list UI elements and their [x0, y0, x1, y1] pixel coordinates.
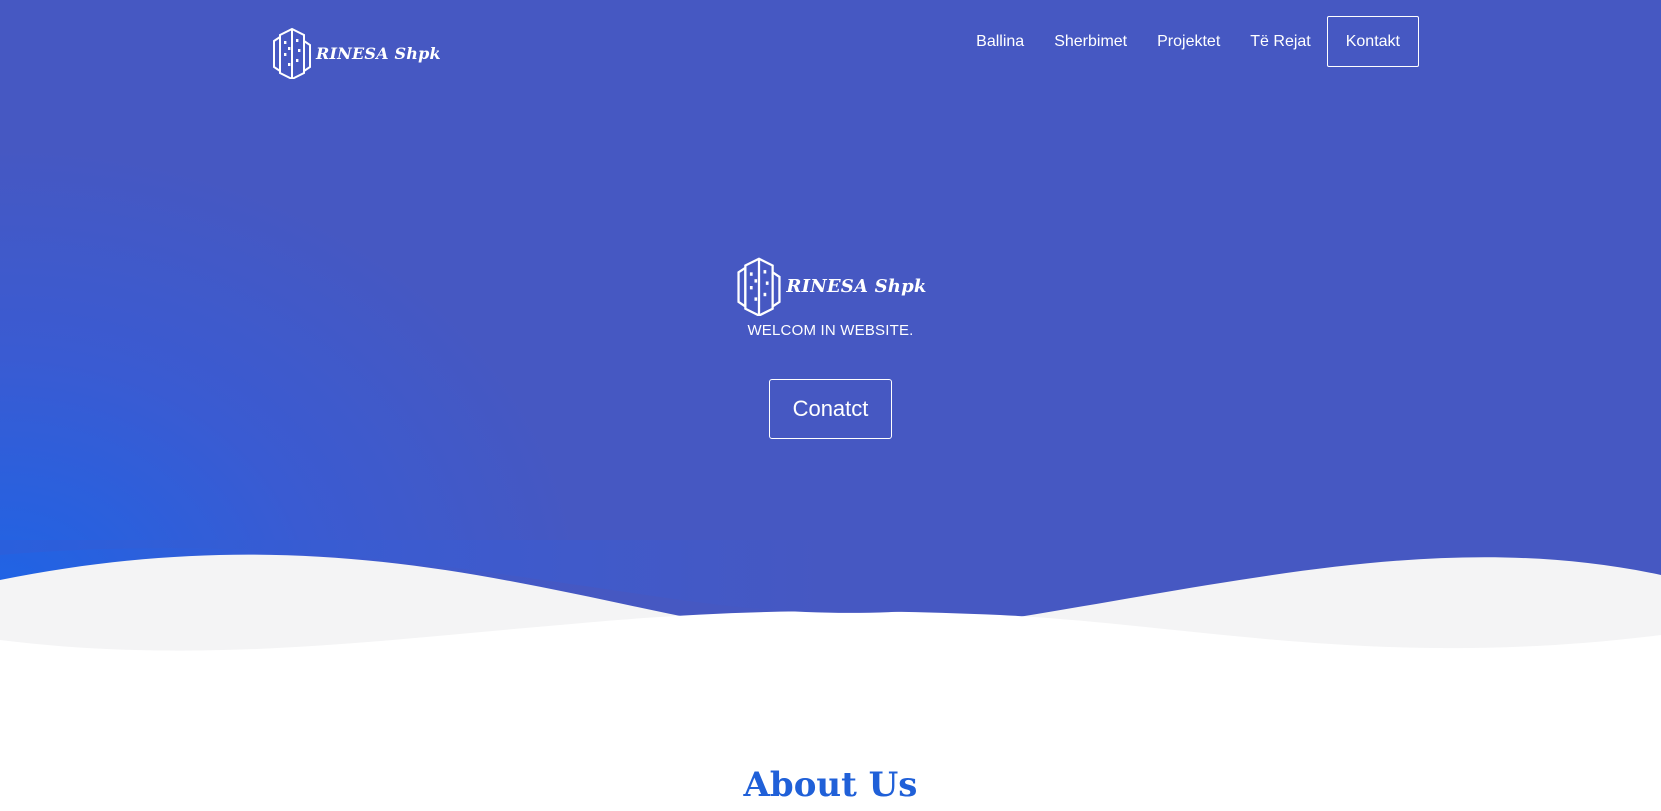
nav-item-ballina[interactable]: Ballina	[976, 33, 1024, 51]
building-icon	[737, 257, 782, 316]
building-icon	[273, 27, 311, 79]
nav-item-sherbimet[interactable]: Sherbimet	[1054, 33, 1127, 51]
nav-contact-button[interactable]: Kontakt	[1326, 16, 1419, 67]
hero-contact-button[interactable]: Conatct	[769, 379, 892, 439]
brand-name: RINESA Shpk	[316, 43, 441, 63]
main-nav: Ballina Sherbimet Projektet Të Rejat Kon…	[946, 16, 1419, 67]
about-section-title: About Us	[743, 765, 918, 805]
hero-brand-name: RINESA Shpk	[786, 275, 927, 297]
nav-item-projektet[interactable]: Projektet	[1157, 33, 1220, 51]
hero-logo: RINESA Shpk	[734, 256, 926, 316]
hero-wave-shape	[0, 540, 1661, 613]
site-header: RINESA Shpk Ballina Sherbimet Projektet …	[0, 0, 1661, 82]
header-logo[interactable]: RINESA Shpk	[270, 27, 441, 79]
hero-content: RINESA Shpk WELCOM IN WEBSITE. Conatct	[0, 256, 1661, 439]
hero-tagline: WELCOM IN WEBSITE.	[747, 322, 914, 339]
nav-item-te-rejat[interactable]: Të Rejat	[1250, 33, 1310, 51]
